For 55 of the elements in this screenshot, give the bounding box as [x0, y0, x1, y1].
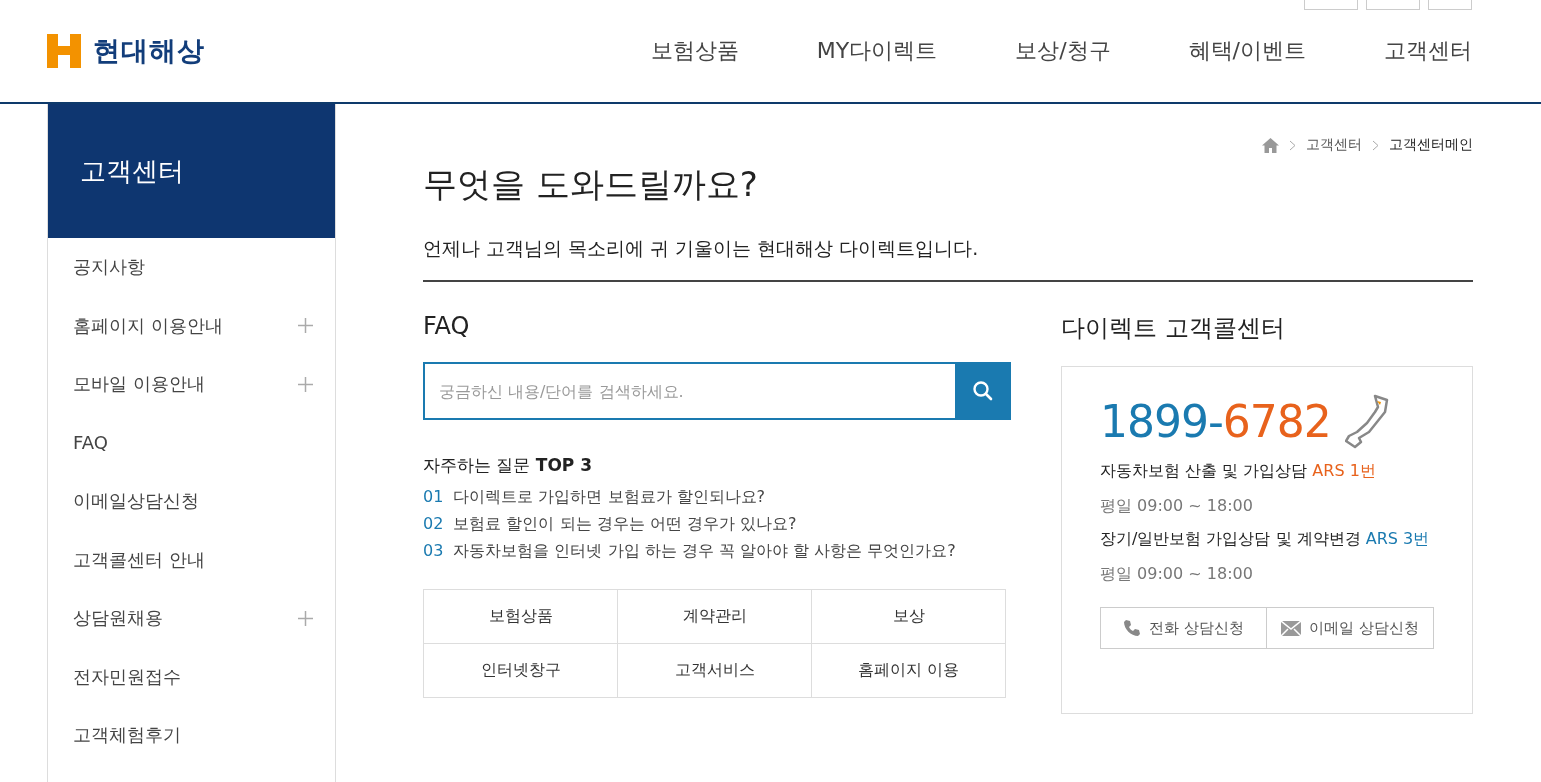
category-button[interactable]: 보상 [812, 590, 1006, 644]
sidebar-item[interactable]: 이메일상담신청 [73, 489, 199, 514]
logo-icon [47, 34, 81, 68]
sidebar-item[interactable]: 홈페이지 이용안내 [73, 313, 223, 338]
hours-text: 평일 09:00 ~ 18:00 [1100, 564, 1254, 585]
question-link[interactable]: 자동차보험을 인터넷 가입 하는 경우 꼭 알아야 할 사항은 무엇인가요? [453, 541, 956, 562]
breadcrumb-link[interactable]: 고객센터메인 [1389, 136, 1473, 154]
plus-icon[interactable] [298, 610, 313, 626]
phone-icon [1123, 619, 1142, 637]
search-button[interactable] [955, 362, 1011, 420]
logo-text[interactable]: 현대해상 [93, 33, 205, 69]
top-questions-title: 자주하는 질문 TOP 3 [423, 454, 594, 477]
sidebar-item[interactable]: 상담원채용 [73, 606, 163, 631]
sidebar-item[interactable]: 고객콜센터 안내 [73, 547, 205, 572]
category-button[interactable]: 고객서비스 [618, 644, 812, 698]
home-icon[interactable] [1262, 137, 1279, 153]
plus-icon[interactable] [298, 318, 313, 334]
question-link[interactable]: 보험료 할인이 되는 경우는 어떤 경우가 있나요? [453, 514, 797, 535]
nav-link[interactable]: 보상/청구 [1015, 36, 1111, 66]
question-number: 01 [423, 487, 444, 508]
sidebar-item[interactable]: 공지사항 [73, 255, 145, 280]
sidebar-item[interactable]: 전자민원접수 [73, 664, 181, 689]
question-number: 03 [423, 541, 444, 562]
chevron-icon [1289, 139, 1296, 151]
category-button[interactable]: 계약관리 [618, 590, 812, 644]
sidebar-item[interactable]: FAQ [73, 432, 108, 454]
category-button[interactable]: 보험상품 [424, 590, 618, 644]
phone-icon [1344, 393, 1391, 449]
phone-number: 1899-6782 [1100, 395, 1331, 447]
sidebar-item[interactable]: 모바일 이용안내 [73, 372, 205, 397]
plus-icon[interactable] [298, 376, 313, 392]
breadcrumb-link[interactable]: 고객센터 [1306, 136, 1362, 154]
nav-link[interactable]: 보험상품 [650, 36, 739, 66]
phone-consult-button[interactable]: 전화 상담신청 [1100, 607, 1267, 649]
hours-text: 평일 09:00 ~ 18:00 [1100, 496, 1254, 517]
chevron-icon [1372, 139, 1379, 151]
page-heading: 무엇을 도와드릴까요? [423, 163, 759, 206]
category-button[interactable]: 인터넷창구 [424, 644, 618, 698]
consult-description: 장기/일반보험 가입상담 및 계약변경 ARS 3번 [1100, 529, 1431, 550]
envelope-icon [1281, 620, 1302, 636]
question-link[interactable]: 다이렉트로 가입하면 보험료가 할인되나요? [453, 487, 766, 508]
email-consult-button[interactable]: 이메일 상담신청 [1267, 607, 1434, 649]
search-icon [972, 380, 994, 402]
section-title: 다이렉트 고객콜센터 [1061, 313, 1286, 344]
question-number: 02 [423, 514, 444, 535]
sidebar-title: 고객센터 [80, 154, 184, 188]
nav-link[interactable]: 혜택/이벤트 [1188, 36, 1306, 66]
category-button[interactable]: 홈페이지 이용 [812, 644, 1006, 698]
search-field[interactable]: 궁금하신 내용/단어를 검색하세요. [423, 362, 955, 420]
nav-link[interactable]: 고객센터 [1384, 36, 1472, 66]
section-title: FAQ [423, 312, 471, 340]
sidebar-item[interactable]: 고객체험후기 [73, 723, 181, 748]
nav-link[interactable]: MY다이렉트 [816, 36, 938, 66]
page-subheading: 언제나 고객님의 목소리에 귀 기울이는 현대해상 다이렉트입니다. [423, 236, 1473, 282]
consult-description: 자동차보험 산출 및 가입상담 ARS 1번 [1100, 461, 1377, 482]
